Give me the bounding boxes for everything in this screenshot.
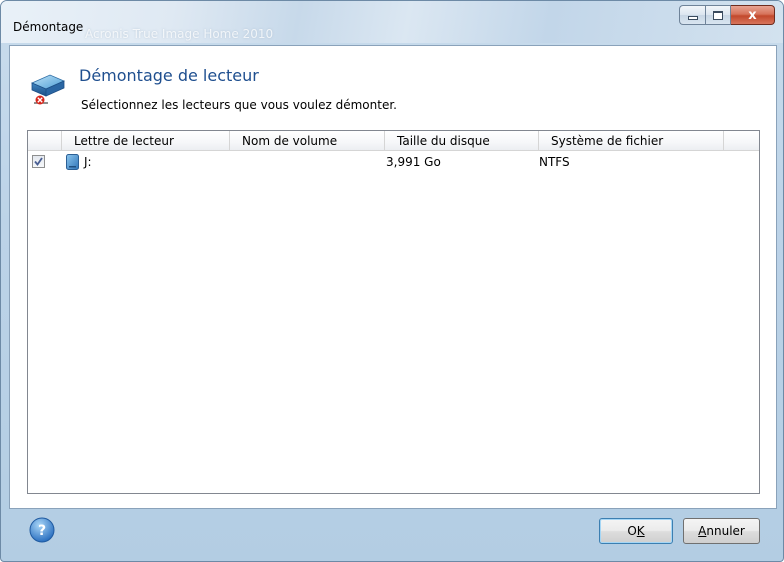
drive-letter-cell: J: bbox=[84, 155, 92, 169]
file-system-cell: NTFS bbox=[539, 155, 570, 169]
title-bar[interactable]: Démontage Acronis True Image Home 2010 x bbox=[1, 1, 783, 43]
page-title: Démontage de lecteur bbox=[79, 66, 259, 85]
help-icon[interactable]: ? bbox=[29, 517, 55, 543]
column-header-file-system[interactable]: Système de fichier bbox=[539, 131, 724, 151]
page-subtitle: Sélectionnez les lecteurs que vous voule… bbox=[81, 98, 397, 112]
maximize-button[interactable] bbox=[705, 5, 731, 25]
ok-label-mnemonic: K bbox=[636, 524, 645, 538]
dialog-content: Démontage de lecteur Sélectionnez les le… bbox=[9, 45, 777, 509]
dialog-window: Démontage Acronis True Image Home 2010 x bbox=[0, 0, 784, 562]
close-icon: x bbox=[748, 7, 757, 23]
window-ghost-title: Acronis True Image Home 2010 bbox=[85, 27, 274, 41]
svg-text:?: ? bbox=[38, 523, 46, 539]
window-title: Démontage bbox=[13, 20, 84, 34]
column-header-check[interactable] bbox=[28, 131, 62, 151]
drive-list[interactable]: Lettre de lecteur Nom de volume Taille d… bbox=[27, 130, 760, 494]
disk-size-cell: 3,991 Go bbox=[386, 155, 441, 169]
table-row[interactable]: J: 3,991 Go NTFS bbox=[28, 151, 759, 173]
column-header-volume-name[interactable]: Nom de volume bbox=[230, 131, 385, 151]
window-controls: x bbox=[679, 5, 775, 25]
unmount-drive-icon bbox=[31, 74, 65, 105]
ok-button[interactable]: OK bbox=[599, 518, 673, 544]
cancel-label-rest: nnuler bbox=[706, 524, 745, 538]
column-header-drive-letter[interactable]: Lettre de lecteur bbox=[62, 131, 230, 151]
list-header: Lettre de lecteur Nom de volume Taille d… bbox=[28, 131, 759, 151]
close-button[interactable]: x bbox=[731, 5, 775, 25]
ok-label-prefix: O bbox=[627, 524, 637, 538]
drive-icon bbox=[66, 154, 79, 170]
maximize-icon bbox=[713, 10, 723, 20]
cancel-label-mnemonic: A bbox=[698, 524, 707, 538]
minimize-button[interactable] bbox=[679, 5, 705, 25]
drive-checkbox[interactable] bbox=[32, 155, 45, 168]
button-bar: ? OK Annuler bbox=[9, 509, 777, 555]
minimize-icon bbox=[687, 16, 698, 20]
checkmark-icon bbox=[34, 157, 43, 166]
column-header-disk-size[interactable]: Taille du disque bbox=[385, 131, 539, 151]
cancel-button[interactable]: Annuler bbox=[683, 518, 760, 544]
